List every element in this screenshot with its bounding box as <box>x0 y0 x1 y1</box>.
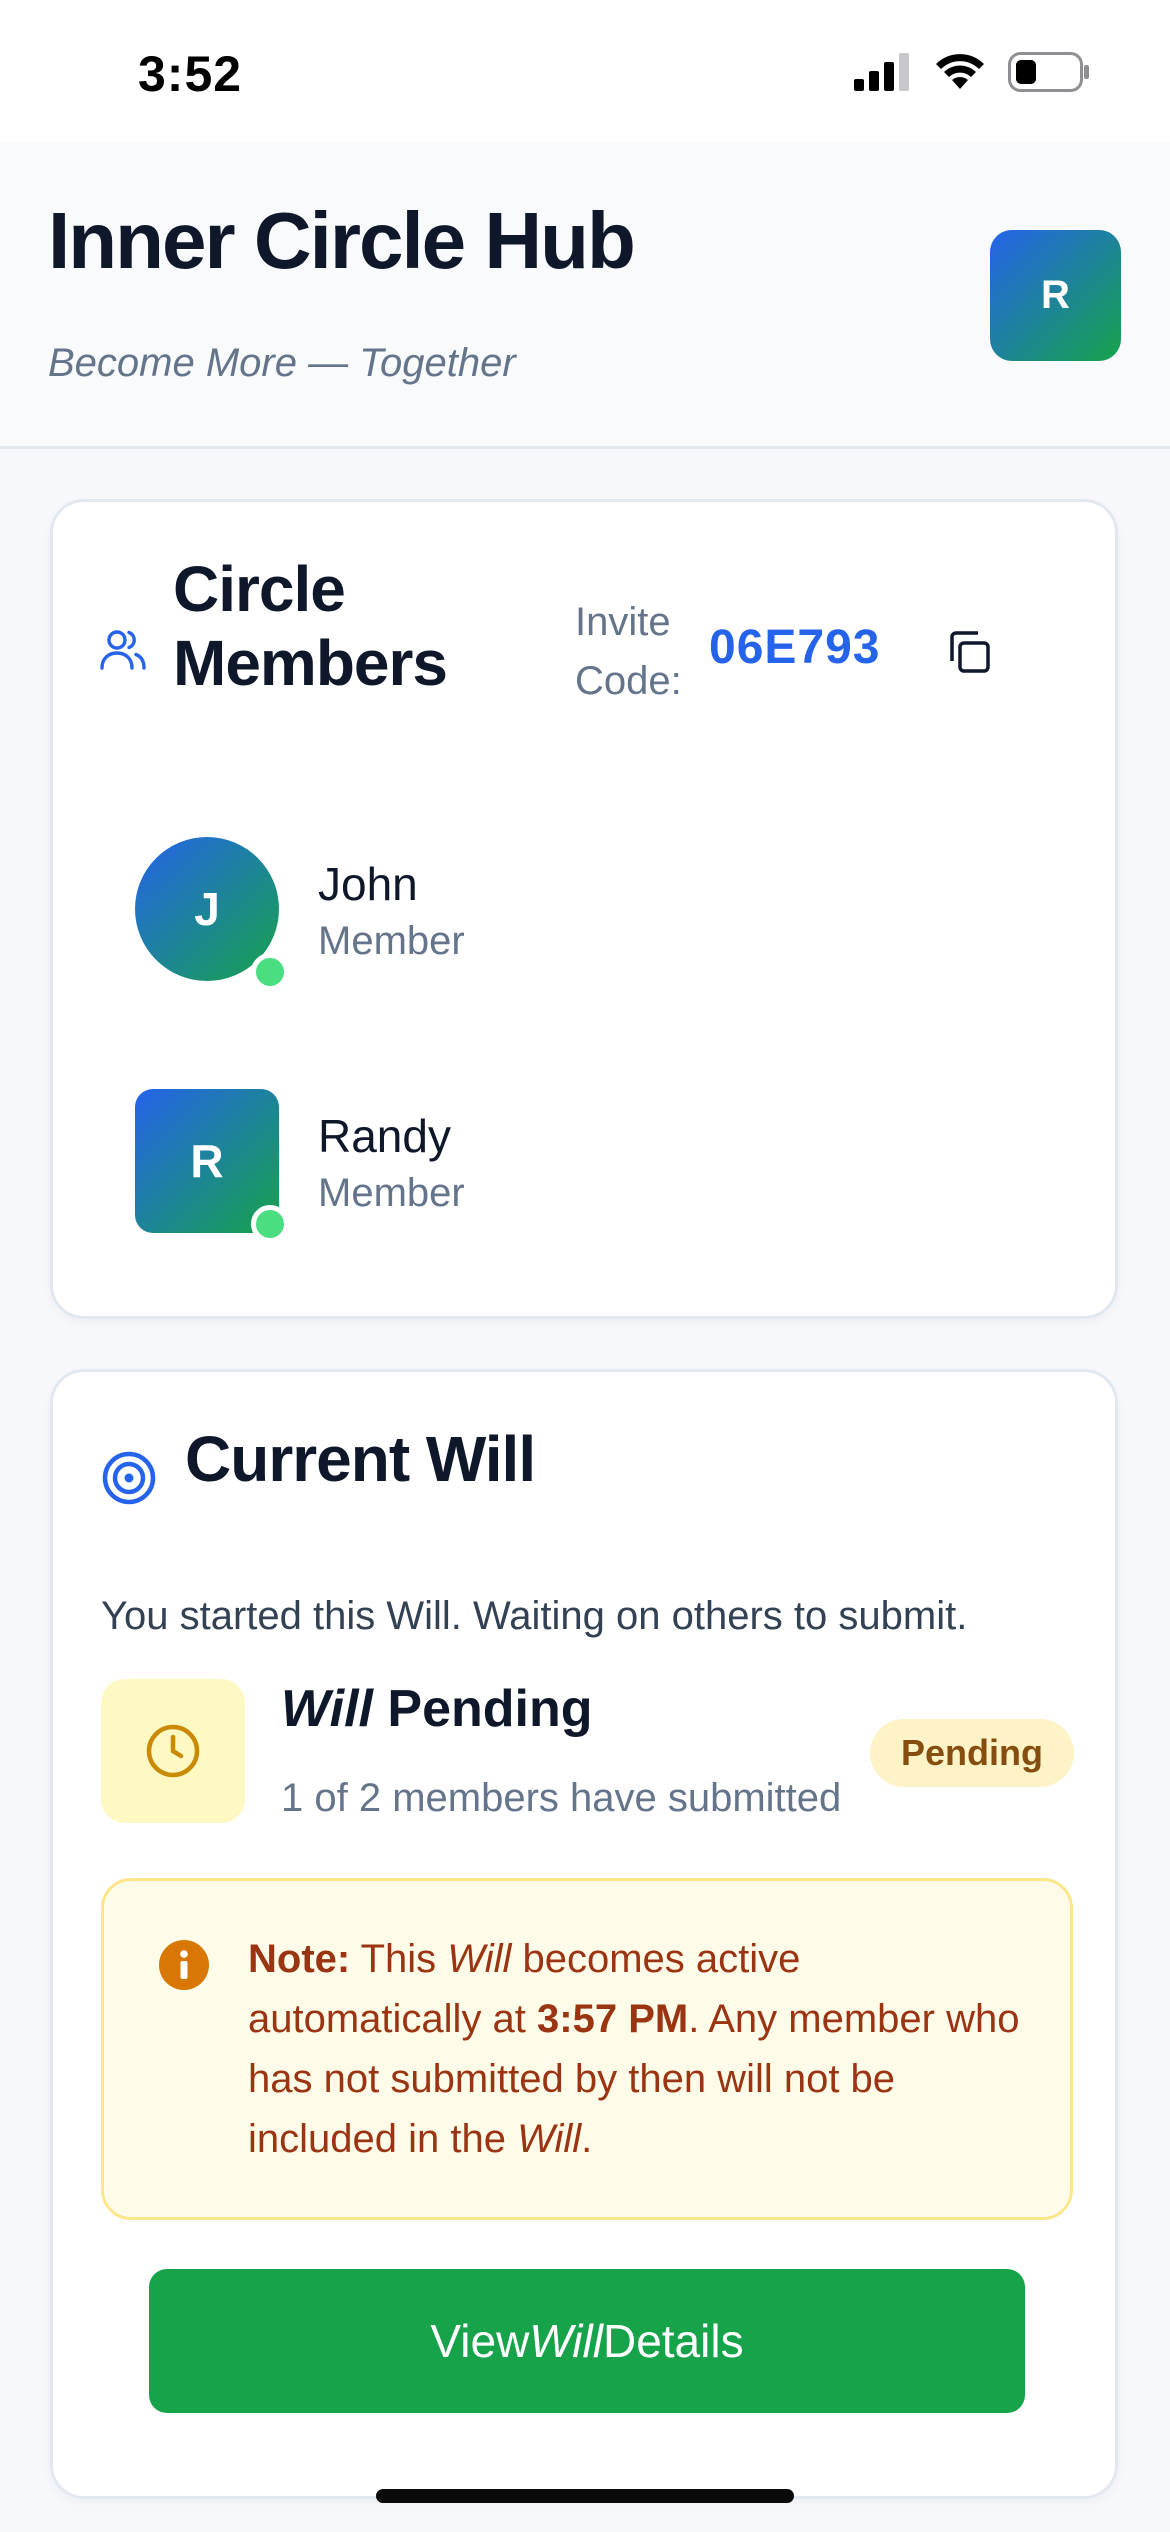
cellular-signal-icon <box>854 53 909 91</box>
online-status-indicator <box>251 1205 289 1243</box>
button-label-will: Will <box>529 2315 603 2367</box>
member-row-randy[interactable]: R Randy Member <box>135 1089 935 1243</box>
note-callout: Note: This Will becomes active automatic… <box>101 1878 1073 2220</box>
app-title: Inner Circle Hub <box>48 196 636 285</box>
invite-code-label: Invite Code: <box>575 600 682 703</box>
circle-members-card: Circle Members Invite Code: 06E793 J Joh… <box>50 499 1118 1319</box>
note-text: Note: This Will becomes active automatic… <box>248 1929 1038 2169</box>
note-segment: . <box>581 2117 593 2161</box>
will-pending-heading: Will Pending <box>281 1679 593 1739</box>
note-segment: This <box>350 1937 448 1981</box>
note-will-word: Will <box>517 2117 582 2161</box>
app-header: Inner Circle Hub Become More — Together … <box>0 143 1170 449</box>
pending-status-icon-box <box>101 1679 245 1823</box>
current-will-title: Current Will <box>185 1423 536 1495</box>
will-status-description: You started this Will. Waiting on others… <box>101 1594 968 1638</box>
home-indicator[interactable] <box>376 2489 794 2503</box>
target-icon <box>102 1451 156 1505</box>
user-avatar-button[interactable]: R <box>990 230 1121 361</box>
view-will-details-button[interactable]: View Will Details <box>149 2269 1025 2413</box>
will-word: Will <box>281 1680 373 1738</box>
status-bar: 3:52 <box>0 0 1170 143</box>
users-icon <box>100 630 146 670</box>
note-will-word: Will <box>447 1937 512 1981</box>
status-time: 3:52 <box>138 46 243 102</box>
member-row-john[interactable]: J John Member <box>135 837 935 991</box>
copy-icon[interactable] <box>946 629 992 675</box>
current-will-card: Current Will You started this Will. Wait… <box>50 1369 1118 2499</box>
button-label-prefix: View <box>430 2315 530 2367</box>
status-badge: Pending <box>870 1719 1074 1787</box>
pending-word: Pending <box>372 1680 593 1738</box>
status-icons <box>854 52 1090 92</box>
members-title: Circle Members <box>173 553 448 699</box>
activation-time: 3:57 PM <box>537 1997 689 2041</box>
online-status-indicator <box>251 953 289 991</box>
member-role: Member <box>318 919 465 963</box>
invite-code-value[interactable]: 06E793 <box>709 620 881 675</box>
member-name: Randy <box>318 1110 451 1162</box>
note-label: Note: <box>248 1937 351 1981</box>
battery-icon <box>1008 52 1089 92</box>
wifi-icon <box>936 54 984 89</box>
app-subtitle: Become More — Together <box>48 341 516 385</box>
member-role: Member <box>318 1171 465 1215</box>
button-label-suffix: Details <box>602 2315 744 2367</box>
info-icon <box>159 1940 209 1990</box>
member-name: John <box>318 858 418 910</box>
clock-icon <box>146 1724 200 1778</box>
submission-count: 1 of 2 members have submitted <box>281 1776 842 1820</box>
